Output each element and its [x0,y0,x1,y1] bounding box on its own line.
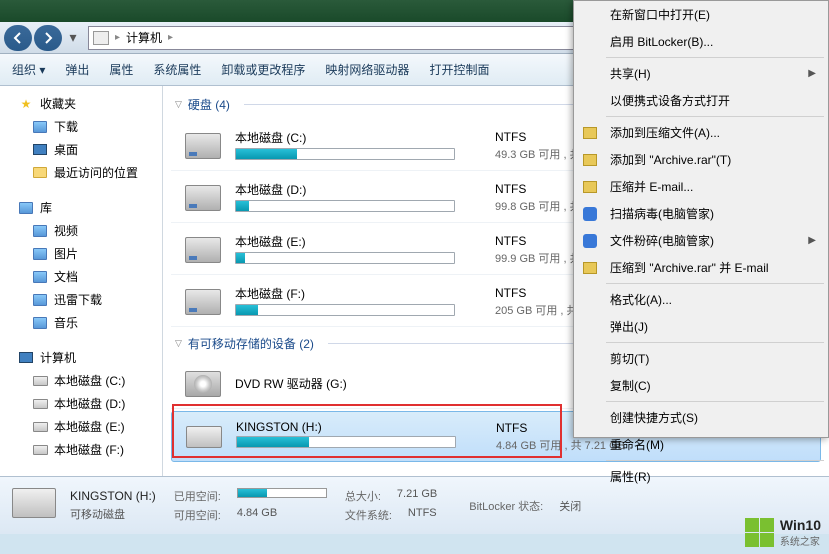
used-space-bar [237,488,327,498]
menu-cut[interactable]: 剪切(T) [574,345,828,372]
documents-icon [32,269,48,285]
disk-d-node[interactable]: 本地磁盘 (D:) [0,392,162,415]
drive-icon [32,396,48,412]
libraries-node[interactable]: 库 [0,196,162,219]
hdd-icon [183,234,223,266]
drive-icon [32,442,48,458]
chevron-down-icon: ▽ [175,338,182,349]
shield-icon [582,233,598,249]
organize-menu[interactable]: 组织 ▾ [12,61,45,78]
disk-e-node[interactable]: 本地磁盘 (E:) [0,415,162,438]
control-panel-button[interactable]: 打开控制面 [429,61,489,78]
capacity-bar [236,436,456,448]
status-subtitle: 可移动磁盘 [70,506,125,522]
recent-node[interactable]: 最近访问的位置 [0,161,162,184]
map-drive-button[interactable]: 映射网络驱动器 [325,61,409,78]
capacity-bar [235,252,455,264]
disk-c-node[interactable]: 本地磁盘 (C:) [0,369,162,392]
menu-rename[interactable]: 重命名(M) [574,431,828,458]
archive-icon [582,179,598,195]
capacity-bar [235,148,455,160]
documents-node[interactable]: 文档 [0,265,162,288]
back-button[interactable] [4,25,32,51]
library-icon [18,200,34,216]
hdd-icon [183,286,223,318]
submenu-arrow-icon: ▶ [808,235,816,246]
computer-icon [18,350,34,366]
watermark: Win10 系统之家 [745,517,821,548]
logo-icon [745,518,774,547]
archive-icon [582,125,598,141]
menu-open-new-window[interactable]: 在新窗口中打开(E) [574,1,828,28]
recent-icon [32,165,48,181]
videos-icon [32,223,48,239]
menu-compress-rar-email[interactable]: 压缩到 "Archive.rar" 并 E-mail [574,254,828,281]
menu-portable[interactable]: 以便携式设备方式打开 [574,87,828,114]
history-dropdown[interactable]: ▾ [64,25,82,51]
breadcrumb-separator-icon: ▸ [168,32,173,43]
system-properties-button[interactable]: 系统属性 [153,61,201,78]
disk-f-node[interactable]: 本地磁盘 (F:) [0,438,162,461]
archive-icon [582,260,598,276]
menu-format[interactable]: 格式化(A)... [574,286,828,313]
submenu-arrow-icon: ▶ [808,68,816,79]
folder-icon [32,119,48,135]
menu-compress-email[interactable]: 压缩并 E-mail... [574,173,828,200]
videos-node[interactable]: 视频 [0,219,162,242]
menu-share[interactable]: 共享(H)▶ [574,60,828,87]
desktop-node[interactable]: 桌面 [0,138,162,161]
usb-drive-icon [184,421,224,453]
music-icon [32,315,48,331]
menu-bitlocker[interactable]: 启用 BitLocker(B)... [574,28,828,55]
capacity-bar [235,304,455,316]
chevron-down-icon: ▽ [175,99,182,110]
computer-icon [93,31,109,45]
pictures-node[interactable]: 图片 [0,242,162,265]
downloads-node[interactable]: 下载 [0,115,162,138]
drive-icon [32,373,48,389]
breadcrumb-separator-icon: ▸ [115,32,120,43]
xunlei-node[interactable]: 迅雷下载 [0,288,162,311]
folder-icon [32,292,48,308]
menu-shortcut[interactable]: 创建快捷方式(S) [574,404,828,431]
pictures-icon [32,246,48,262]
star-icon: ★ [18,96,34,112]
computer-node[interactable]: 计算机 [0,346,162,369]
drive-icon [32,419,48,435]
hdd-icon [183,182,223,214]
menu-add-archive-rar[interactable]: 添加到 "Archive.rar"(T) [574,146,828,173]
capacity-bar [235,200,455,212]
hdd-icon [183,130,223,162]
menu-scan-virus[interactable]: 扫描病毒(电脑管家) [574,200,828,227]
shield-icon [582,206,598,222]
properties-button[interactable]: 属性 [109,61,133,78]
desktop-icon [32,142,48,158]
dvd-icon [183,368,223,400]
menu-copy[interactable]: 复制(C) [574,372,828,399]
uninstall-button[interactable]: 卸载或更改程序 [221,61,305,78]
status-title: KINGSTON (H:) [70,489,156,503]
menu-properties[interactable]: 属性(R) [574,463,828,490]
breadcrumb-text: 计算机 [126,29,162,46]
usb-drive-icon [12,488,58,524]
navigation-pane: ★收藏夹 下载 桌面 最近访问的位置 库 视频 图片 文档 迅雷下载 音乐 计算… [0,86,163,476]
eject-button[interactable]: 弹出 [65,61,89,78]
menu-add-archive[interactable]: 添加到压缩文件(A)... [574,119,828,146]
context-menu: 在新窗口中打开(E) 启用 BitLocker(B)... 共享(H)▶ 以便携… [573,0,829,438]
favorites-node[interactable]: ★收藏夹 [0,92,162,115]
archive-icon [582,152,598,168]
menu-eject[interactable]: 弹出(J) [574,313,828,340]
music-node[interactable]: 音乐 [0,311,162,334]
forward-button[interactable] [34,25,62,51]
menu-shred[interactable]: 文件粉碎(电脑管家)▶ [574,227,828,254]
